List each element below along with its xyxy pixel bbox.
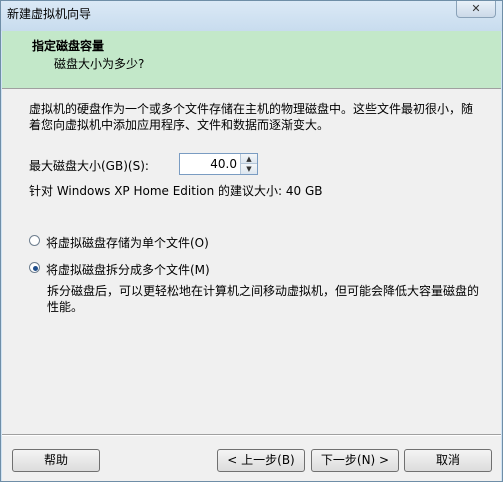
radio-button-icon[interactable]	[29, 235, 40, 246]
title-bar: 新建虚拟机向导 ✕	[1, 1, 502, 31]
close-button[interactable]: ✕	[456, 1, 496, 18]
split-description: 拆分磁盘后，可以更轻松地在计算机之间移动虚拟机，但可能会降低大容量磁盘的性能。	[47, 284, 480, 314]
help-button[interactable]: 帮助	[12, 449, 100, 472]
footer-divider	[2, 434, 501, 436]
spin-up-icon[interactable]: ▲	[241, 154, 257, 164]
wizard-window: 新建虚拟机向导 ✕ 指定磁盘容量 磁盘大小为多少? 虚拟机的硬盘作为一个或多个文…	[0, 0, 503, 482]
recommended-size-text: 针对 Windows XP Home Edition 的建议大小: 40 GB	[29, 184, 323, 198]
page-title: 指定磁盘容量	[32, 39, 105, 53]
disk-description: 虚拟机的硬盘作为一个或多个文件存储在主机的物理磁盘中。这些文件最初很小，随着您向…	[29, 102, 474, 132]
window-title: 新建虚拟机向导	[7, 7, 92, 21]
header-banner: 指定磁盘容量 磁盘大小为多少?	[2, 31, 501, 89]
disk-size-value[interactable]: 40.0	[210, 157, 237, 171]
spin-down-icon[interactable]: ▼	[241, 164, 257, 174]
radio-selected-dot	[33, 266, 38, 271]
wizard-body: 指定磁盘容量 磁盘大小为多少? 虚拟机的硬盘作为一个或多个文件存储在主机的物理磁…	[2, 31, 501, 481]
cancel-button[interactable]: 取消	[404, 449, 492, 472]
disk-size-stepper[interactable]: 40.0 ▲ ▼	[179, 153, 258, 175]
page-subtitle: 磁盘大小为多少?	[54, 57, 145, 71]
radio-split-files-label[interactable]: 将虚拟磁盘拆分成多个文件(M)	[46, 261, 210, 278]
spin-buttons: ▲ ▼	[240, 154, 257, 174]
radio-single-file-label[interactable]: 将虚拟磁盘存储为单个文件(O)	[46, 234, 209, 251]
max-disk-size-label: 最大磁盘大小(GB)(S):	[29, 159, 149, 173]
back-button[interactable]: < 上一步(B)	[217, 449, 305, 472]
next-button[interactable]: 下一步(N) >	[311, 449, 399, 472]
close-icon: ✕	[471, 2, 481, 15]
radio-button-selected-icon[interactable]	[29, 262, 40, 273]
